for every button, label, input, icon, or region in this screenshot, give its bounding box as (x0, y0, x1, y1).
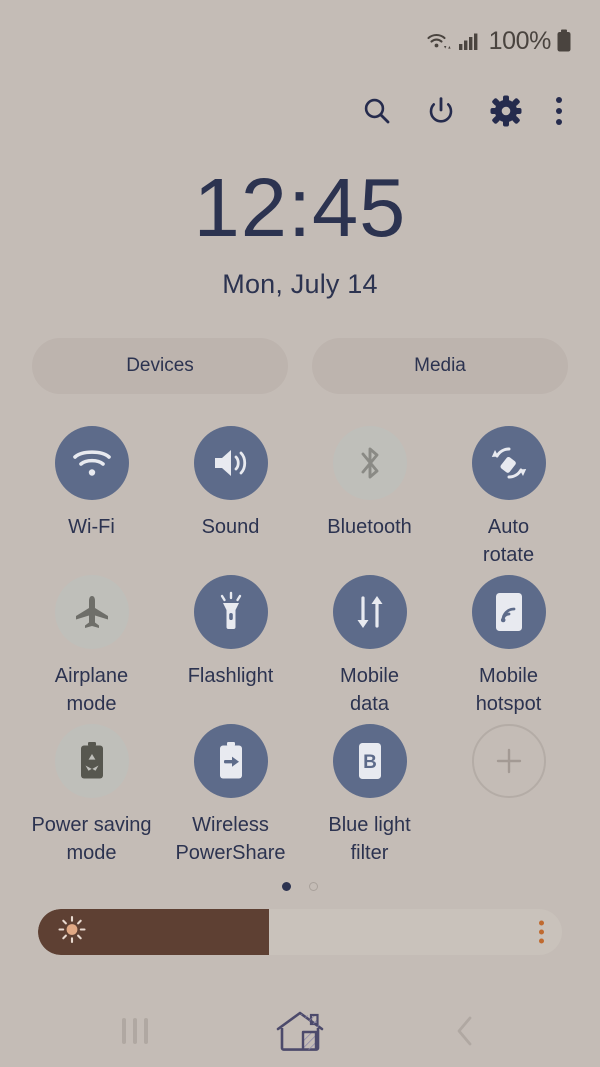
battery-percentage: 100% (488, 26, 552, 55)
media-label: Media (414, 355, 466, 376)
clock-area: 12:45 Mon, July 14 (0, 166, 600, 300)
power-icon[interactable] (426, 96, 456, 126)
toggle-label: Auto rotate (482, 516, 535, 566)
wifi-data-icon (426, 30, 453, 52)
wifi-icon (54, 426, 129, 500)
quick-settings-row: Power saving mode Wireless PowerShare B … (22, 718, 578, 867)
more-vertical-icon[interactable] (556, 97, 562, 125)
brightness-more-icon[interactable] (539, 920, 544, 944)
airplane-icon (54, 575, 129, 650)
toggle-power-saving-mode[interactable]: Power saving mode (22, 718, 161, 867)
quick-settings-row: Wi-Fi Sound Bluetooth Auto rotate (22, 420, 578, 569)
devices-label: Devices (126, 355, 194, 376)
back-icon[interactable] (452, 1014, 478, 1048)
toggle-bluetooth[interactable]: Bluetooth (300, 420, 439, 569)
toggle-label: Wireless PowerShare (175, 814, 286, 864)
toggle-mobile-hotspot[interactable]: Mobile hotspot (439, 569, 578, 718)
brightness-slider-container (0, 908, 600, 955)
bluetooth-icon (332, 426, 407, 500)
quick-settings-grid: Wi-Fi Sound Bluetooth Auto rotate Airpla… (0, 420, 600, 868)
toggle-blue-light-filter[interactable]: B Blue light filter (300, 718, 439, 867)
mobile-data-icon (332, 575, 407, 650)
power-saving-icon (54, 724, 129, 799)
brightness-slider[interactable] (38, 908, 562, 955)
home-icon[interactable] (273, 1007, 327, 1055)
status-bar: 100% (0, 0, 600, 82)
toggle-label: Mobile hotspot (475, 665, 542, 715)
sound-icon (193, 426, 268, 500)
devices-button[interactable]: Devices (32, 338, 288, 394)
recents-icon[interactable] (122, 1018, 149, 1044)
toggle-auto-rotate[interactable]: Auto rotate (439, 420, 578, 569)
toggle-sound[interactable]: Sound (161, 420, 300, 569)
toggle-mobile-data[interactable]: Mobile data (300, 569, 439, 718)
toggle-label: Bluetooth (327, 516, 412, 538)
toggle-label: Blue light filter (328, 814, 411, 864)
toggle-label: Mobile data (340, 665, 399, 715)
toggle-label: Flashlight (187, 665, 274, 688)
add-toggle-button[interactable] (439, 718, 578, 867)
shortcut-pill-row: Devices Media (0, 338, 600, 394)
media-button[interactable]: Media (312, 338, 568, 394)
toggle-label: Power saving mode (31, 814, 152, 864)
auto-rotate-icon (471, 426, 546, 500)
navigation-bar (0, 995, 600, 1067)
page-indicator (0, 881, 600, 891)
cellular-signal-icon (458, 30, 480, 52)
page-dot[interactable] (309, 881, 318, 891)
brightness-sun-icon (57, 914, 87, 949)
toggle-label: Sound (201, 516, 260, 538)
toggle-airplane-mode[interactable]: Airplane mode (22, 569, 161, 718)
flashlight-icon (193, 575, 268, 650)
battery-full-icon (556, 29, 572, 53)
search-icon[interactable] (362, 96, 392, 126)
toggle-label: Wi-Fi (68, 516, 115, 538)
toggle-flashlight[interactable]: Flashlight (161, 569, 300, 718)
mobile-hotspot-icon (471, 575, 546, 650)
clock-time: 12:45 (193, 161, 407, 254)
add-icon (471, 724, 546, 799)
toggle-label: Airplane mode (54, 665, 129, 715)
toggle-wireless-powershare[interactable]: Wireless PowerShare (161, 718, 300, 867)
page-dot-active[interactable] (282, 881, 291, 891)
svg-text:B: B (363, 752, 377, 773)
header-icon-row (0, 82, 600, 140)
toggle-wifi[interactable]: Wi-Fi (22, 420, 161, 569)
gear-icon[interactable] (490, 95, 522, 127)
clock-date: Mon, July 14 (222, 269, 378, 299)
blue-light-icon: B (332, 724, 407, 799)
quick-settings-row: Airplane mode Flashlight Mobile data Mob… (22, 569, 578, 718)
power-share-icon (193, 724, 268, 799)
